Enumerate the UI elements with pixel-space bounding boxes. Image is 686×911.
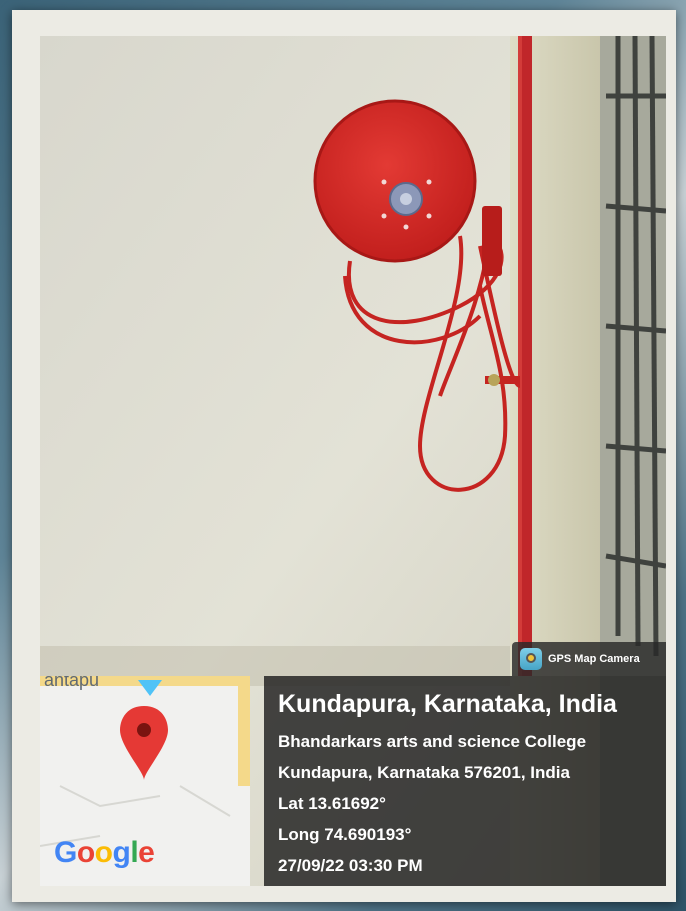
address-line-2: Kundapura, Karnataka 576201, India	[278, 763, 570, 782]
google-logo: Google	[54, 836, 155, 869]
camera-app-icon	[520, 648, 542, 670]
location-info-panel: Kundapura, Karnataka, India Bhandarkars …	[264, 676, 666, 886]
app-name: GPS Map Camera	[548, 653, 640, 665]
app-badge: GPS Map Camera	[512, 642, 666, 676]
datetime: 27/09/22 03:30 PM	[278, 856, 423, 875]
location-title: Kundapura, Karnataka, India	[278, 690, 617, 718]
map-pin-icon	[120, 706, 168, 780]
longitude: Long 74.690193°	[278, 825, 412, 844]
map-thumbnail[interactable]: antapu Google	[40, 676, 250, 886]
address-line-1: Bhandarkars arts and science College	[278, 732, 587, 751]
latitude: Lat 13.61692°	[278, 794, 386, 813]
location-marker-icon	[138, 680, 162, 696]
